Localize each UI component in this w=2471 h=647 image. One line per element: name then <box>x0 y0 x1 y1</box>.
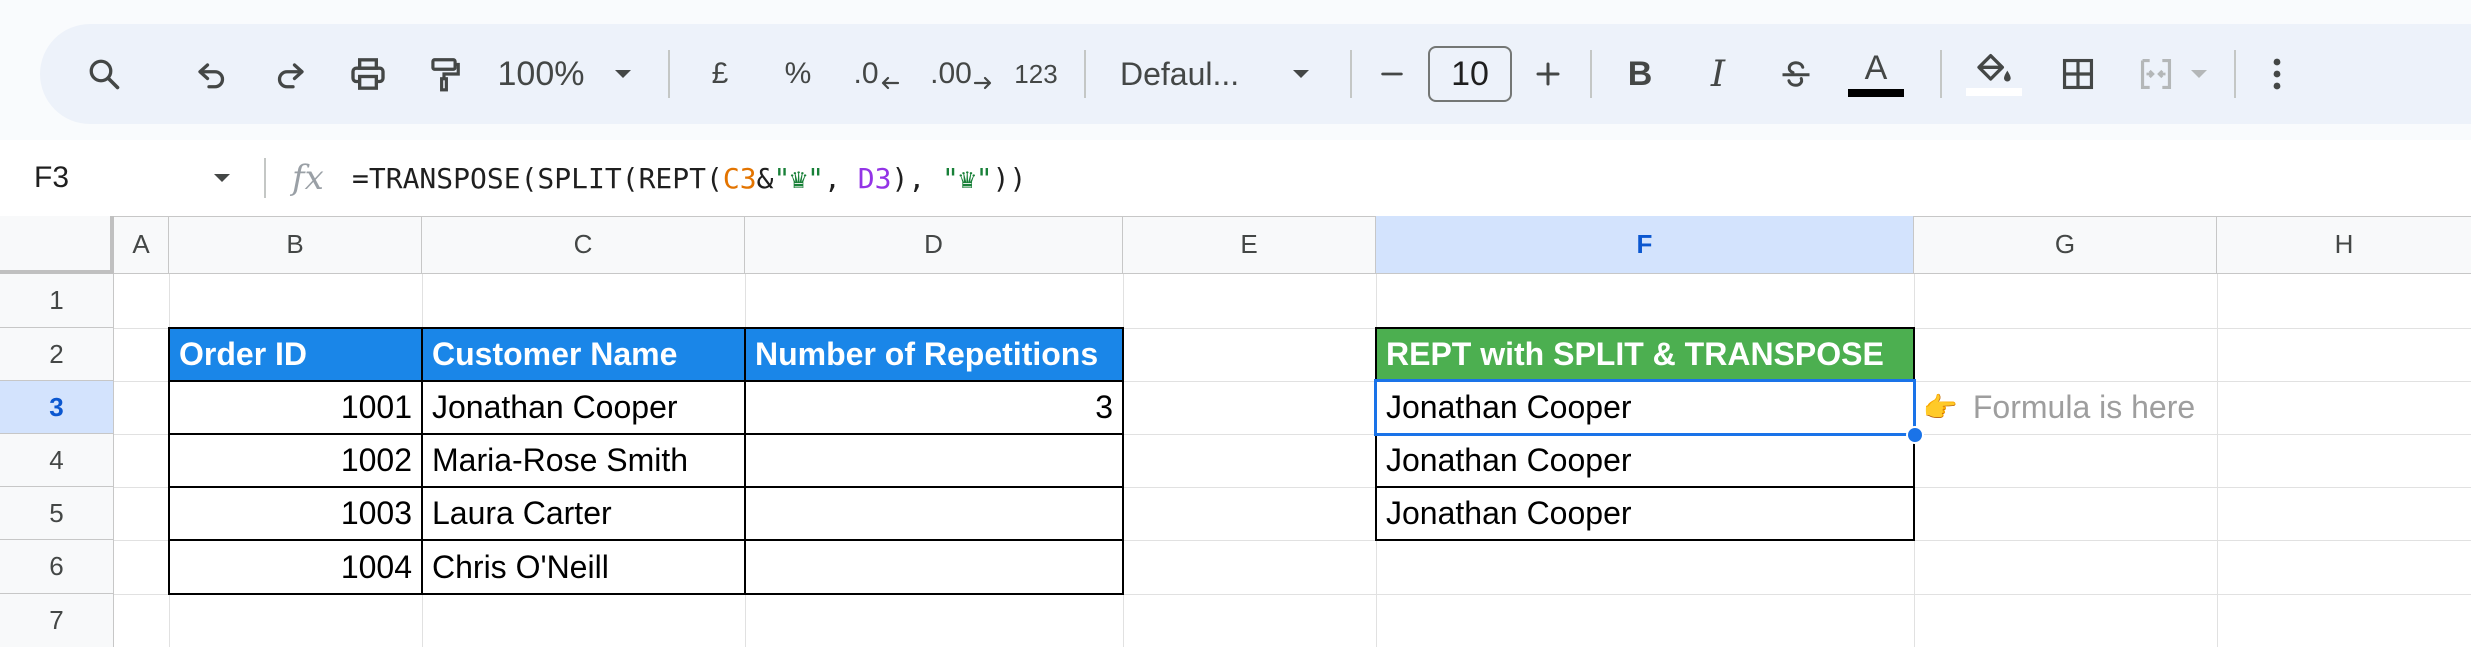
font-dropdown-icon[interactable] <box>1286 24 1316 124</box>
toolbar-divider <box>1940 50 1942 98</box>
name-box[interactable]: F3 <box>34 140 69 216</box>
print-icon[interactable] <box>346 24 390 124</box>
result-cell[interactable]: Jonathan Cooper <box>1375 486 1915 541</box>
toolbar: 100% £ % .0 .00 123 Defaul... 10 B I A <box>40 24 2471 124</box>
formula-part: ), <box>891 161 943 195</box>
cell-order-id[interactable]: 1001 <box>168 380 423 435</box>
paint-format-icon[interactable] <box>424 24 464 124</box>
cell-customer-name[interactable]: Chris O'Neill <box>421 539 746 595</box>
column-header-b[interactable]: B <box>169 216 422 273</box>
column-header-a[interactable]: A <box>114 216 169 273</box>
strikethrough-icon[interactable] <box>1776 24 1816 124</box>
font-family-select[interactable]: Defaul... <box>1120 24 1260 124</box>
cell-repetitions[interactable]: 3 <box>744 380 1124 435</box>
arrow-left-icon <box>881 76 899 90</box>
fill-color-swatch <box>1966 88 2022 96</box>
increase-decimal-label: .00 <box>930 57 972 90</box>
formula-note-text: Formula is here <box>1972 389 2196 425</box>
active-cell-selection <box>1374 379 1916 436</box>
percent-format-button[interactable]: % <box>778 24 818 124</box>
decrease-decimal-button[interactable]: .0 <box>850 24 904 124</box>
italic-button[interactable]: I <box>1700 24 1736 124</box>
merge-cells-icon[interactable] <box>2136 24 2176 124</box>
fill-handle[interactable] <box>1906 426 1924 444</box>
borders-icon[interactable] <box>2058 24 2098 124</box>
fx-icon: fx <box>292 158 324 198</box>
zoom-value[interactable]: 100% <box>486 24 596 124</box>
sheet-grid: A B C D E F G H 1 2 3 4 5 6 7 Order ID C… <box>0 216 2471 647</box>
increase-font-size-icon[interactable] <box>1530 24 1566 124</box>
formula-part: =TRANSPOSE(SPLIT(REPT( <box>352 161 723 195</box>
cell-order-id[interactable]: 1004 <box>168 539 423 595</box>
formula-reference: D3 <box>857 161 892 195</box>
bold-button[interactable]: B <box>1622 24 1658 124</box>
formula-part: , <box>824 161 858 195</box>
fill-color-button[interactable] <box>1964 24 2024 124</box>
row-header-7[interactable]: 7 <box>0 594 114 647</box>
row-header-5[interactable]: 5 <box>0 487 114 540</box>
row-header-2[interactable]: 2 <box>0 328 114 381</box>
cell-customer-name[interactable]: Jonathan Cooper <box>421 380 746 435</box>
column-header-c[interactable]: C <box>422 216 745 273</box>
column-header-f[interactable]: F <box>1376 216 1914 273</box>
cell-repetitions[interactable] <box>744 433 1124 488</box>
toolbar-area: 100% £ % .0 .00 123 Defaul... 10 B I A <box>0 0 2471 140</box>
toolbar-divider <box>668 50 670 98</box>
cell-customer-name[interactable]: Laura Carter <box>421 486 746 541</box>
formula-bar: F3 fx =TRANSPOSE(SPLIT(REPT(C3 & "♛", D3),… <box>0 140 2471 216</box>
column-header-e[interactable]: E <box>1123 216 1376 273</box>
arrow-right-icon <box>973 76 991 90</box>
formula-input[interactable]: =TRANSPOSE(SPLIT(REPT(C3 & "♛", D3), "♛")) <box>352 140 1026 216</box>
formula-note: 👈 Formula is here <box>1924 381 2195 434</box>
formula-bar-divider <box>264 158 266 198</box>
toolbar-divider <box>2234 50 2236 98</box>
column-header-d[interactable]: D <box>745 216 1123 273</box>
text-color-label: A <box>1864 49 1888 87</box>
more-options-icon[interactable] <box>2262 24 2292 124</box>
toolbar-divider <box>1084 50 1086 98</box>
text-color-swatch <box>1848 89 1904 97</box>
cell-repetitions[interactable] <box>744 486 1124 541</box>
decrease-font-size-icon[interactable] <box>1374 24 1410 124</box>
toolbar-divider <box>1350 50 1352 98</box>
row-header-1[interactable]: 1 <box>0 274 114 328</box>
formula-part: & <box>756 161 774 195</box>
currency-format-button[interactable]: £ <box>700 24 740 124</box>
undo-icon[interactable] <box>192 24 232 124</box>
select-all-corner[interactable] <box>0 216 114 274</box>
row-header-4[interactable]: 4 <box>0 434 114 487</box>
column-header-g[interactable]: G <box>1914 216 2217 273</box>
header-customer-name[interactable]: Customer Name <box>421 327 746 382</box>
header-number-of-repetitions[interactable]: Number of Repetitions <box>744 327 1124 382</box>
cell-repetitions[interactable] <box>744 539 1124 595</box>
cell-order-id[interactable]: 1002 <box>168 433 423 488</box>
header-order-id[interactable]: Order ID <box>168 327 423 382</box>
text-color-button[interactable]: A <box>1848 24 1904 124</box>
column-header-h[interactable]: H <box>2217 216 2471 273</box>
font-size-input[interactable]: 10 <box>1428 46 1512 102</box>
zoom-dropdown-icon[interactable] <box>608 24 638 124</box>
decrease-decimal-label: .0 <box>853 57 879 90</box>
more-formats-button[interactable]: 123 <box>1006 24 1066 124</box>
search-menus-icon[interactable] <box>84 24 124 124</box>
formula-part: )) <box>992 161 1027 195</box>
row-header-6[interactable]: 6 <box>0 540 114 594</box>
increase-decimal-button[interactable]: .00 <box>928 24 996 124</box>
cell-order-id[interactable]: 1003 <box>168 486 423 541</box>
row-header-3[interactable]: 3 <box>0 381 114 434</box>
result-cell[interactable]: Jonathan Cooper <box>1375 433 1915 488</box>
formula-string: "♛" <box>942 161 993 195</box>
formula-string: "♛" <box>773 161 825 195</box>
formula-reference: C3 <box>722 161 757 195</box>
name-box-dropdown-icon[interactable] <box>212 140 232 216</box>
toolbar-divider <box>1590 50 1592 98</box>
gridline <box>2217 274 2218 647</box>
redo-icon[interactable] <box>270 24 310 124</box>
merge-dropdown-icon[interactable] <box>2184 24 2214 124</box>
pointing-hand-icon: 👈 <box>1924 391 1959 424</box>
cell-customer-name[interactable]: Maria-Rose Smith <box>421 433 746 488</box>
header-rept-split-transpose[interactable]: REPT with SPLIT & TRANSPOSE <box>1375 327 1915 382</box>
paint-bucket-icon <box>1977 54 2011 82</box>
